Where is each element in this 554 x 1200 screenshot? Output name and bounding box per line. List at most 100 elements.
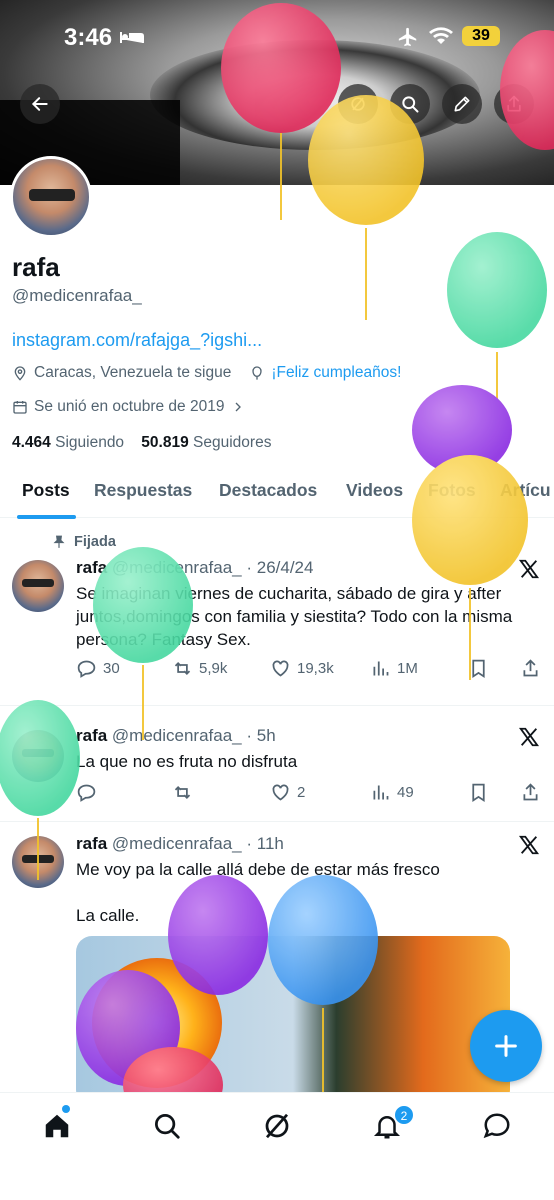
calendar-icon: [13, 401, 27, 414]
reply-icon: [77, 784, 96, 802]
x-logo-icon: [518, 835, 540, 855]
profile-tabs: Posts Respuestas Destacados Videos Fotos…: [0, 470, 554, 519]
post-text-secondary: La calle.: [76, 906, 140, 925]
joined-row[interactable]: Se unió en octubre de 2019: [12, 398, 246, 416]
post-actions: 30 5,9k 19,3k 1M: [76, 658, 542, 682]
tab-destacados[interactable]: Destacados: [219, 480, 317, 501]
post-card[interactable]: rafa @medicenrafaa_ · 5h La que no es fr…: [0, 722, 554, 822]
airplane-mode-icon: [398, 27, 417, 47]
bookmark-button[interactable]: [468, 782, 489, 803]
search-button[interactable]: [390, 84, 430, 124]
following-count[interactable]: 4.464: [12, 434, 51, 451]
post-meta: @medicenrafaa_ · 11h: [111, 834, 284, 853]
views-button[interactable]: 1M: [370, 658, 418, 679]
profile-website-link[interactable]: instagram.com/rafajga_?igshi...: [12, 330, 262, 351]
balloon-green: [447, 232, 547, 348]
tab-posts[interactable]: Posts: [22, 480, 70, 501]
post-media-image[interactable]: [76, 936, 510, 1106]
wifi-icon: [429, 27, 453, 44]
views-button[interactable]: 49: [370, 782, 414, 803]
post-author[interactable]: rafa: [76, 834, 107, 853]
edit-button[interactable]: [442, 84, 482, 124]
followers-label[interactable]: Seguidores: [193, 434, 271, 451]
post-avatar[interactable]: [12, 836, 64, 888]
reply-count: 30: [103, 660, 120, 677]
repost-button[interactable]: [172, 782, 193, 803]
profile-avatar[interactable]: [10, 156, 92, 238]
nav-search[interactable]: [152, 1111, 182, 1141]
profile-location: Caracas, Venezuela te sigue: [34, 364, 232, 381]
grok-icon: [351, 97, 365, 111]
like-count: 2: [297, 784, 306, 801]
profile-name: rafa: [12, 252, 60, 282]
nav-grok[interactable]: [262, 1111, 292, 1141]
home-new-dot: [62, 1105, 70, 1113]
follow-stats: 4.464 Siguiendo 50.819 Seguidores: [12, 434, 271, 452]
tab-respuestas[interactable]: Respuestas: [94, 480, 192, 501]
following-label[interactable]: Siguiendo: [55, 434, 124, 451]
repost-count: 5,9k: [199, 660, 228, 677]
home-icon: [45, 1114, 69, 1138]
followers-count[interactable]: 50.819: [141, 434, 188, 451]
grok-button[interactable]: [338, 84, 378, 124]
views-count: 49: [397, 784, 414, 801]
post-header: rafa @medicenrafaa_ · 11h: [76, 834, 284, 854]
tab-fotos[interactable]: Fotos: [428, 480, 476, 501]
plus-icon: [495, 1035, 517, 1057]
nav-home[interactable]: [42, 1111, 72, 1141]
reply-button[interactable]: [76, 782, 97, 803]
balloon-icon: [252, 366, 262, 380]
post-avatar[interactable]: [12, 560, 64, 612]
reply-button[interactable]: 30: [76, 658, 120, 679]
x-logo-icon: [518, 727, 540, 747]
profile-joined: Se unió en octubre de 2019: [34, 398, 225, 415]
views-chart-icon: [373, 785, 389, 800]
post-card[interactable]: rafa @medicenrafaa_ · 26/4/24 Se imagina…: [0, 556, 554, 706]
back-button[interactable]: [20, 84, 60, 124]
post-meta: @medicenrafaa_ · 5h: [111, 726, 276, 745]
post-share-button[interactable]: [520, 658, 541, 679]
balloon-purple: [412, 385, 512, 475]
grok-icon: [265, 1113, 289, 1139]
post-header: rafa @medicenrafaa_ · 5h: [76, 726, 276, 746]
back-arrow-icon: [31, 97, 48, 111]
birthday-link[interactable]: ¡Feliz cumpleaños!: [271, 364, 401, 382]
post-text: Se imaginan viernes de cucharita, sábado…: [76, 584, 513, 649]
post-share-button[interactable]: [520, 782, 541, 803]
reply-icon: [77, 660, 96, 678]
status-time: 3:46: [64, 24, 113, 51]
views-count: 1M: [397, 660, 418, 677]
sleep-bed-icon: [120, 32, 144, 43]
notifications-badge: 2: [394, 1105, 414, 1125]
share-icon: [507, 95, 521, 112]
repost-icon: [174, 786, 191, 799]
share-icon: [523, 659, 538, 677]
repost-icon: [174, 662, 191, 675]
like-button[interactable]: 19,3k: [270, 658, 334, 679]
bottom-navigation: 2: [0, 1092, 554, 1200]
compose-post-button[interactable]: [470, 1010, 542, 1082]
pencil-icon: [454, 96, 470, 112]
profile-meta-row: Caracas, Venezuela te sigue ¡Feliz cumpl…: [12, 364, 401, 382]
post-avatar[interactable]: [12, 730, 64, 782]
like-button[interactable]: 2: [270, 782, 305, 803]
bookmark-button[interactable]: [468, 658, 489, 679]
share-button[interactable]: [494, 84, 534, 124]
repost-button[interactable]: 5,9k: [172, 658, 227, 679]
search-icon: [155, 1114, 180, 1139]
post-text: La que no es fruta no disfruta: [76, 752, 298, 771]
bookmark-icon: [472, 659, 485, 679]
profile-handle: @medicenrafaa_: [12, 286, 142, 305]
bookmark-icon: [472, 783, 485, 803]
banner-image-mouth: [150, 40, 480, 150]
post-author[interactable]: rafa: [76, 558, 107, 577]
x-logo-icon: [518, 559, 540, 579]
chevron-right-icon: [235, 402, 242, 412]
post-author[interactable]: rafa: [76, 726, 107, 745]
battery-indicator: 39: [462, 26, 500, 46]
tab-videos[interactable]: Videos: [346, 480, 403, 501]
post-actions: 2 49: [76, 782, 542, 806]
nav-messages[interactable]: [482, 1111, 512, 1141]
avatar-sunglasses: [29, 189, 75, 201]
tab-articulos[interactable]: Artícu: [500, 480, 551, 501]
